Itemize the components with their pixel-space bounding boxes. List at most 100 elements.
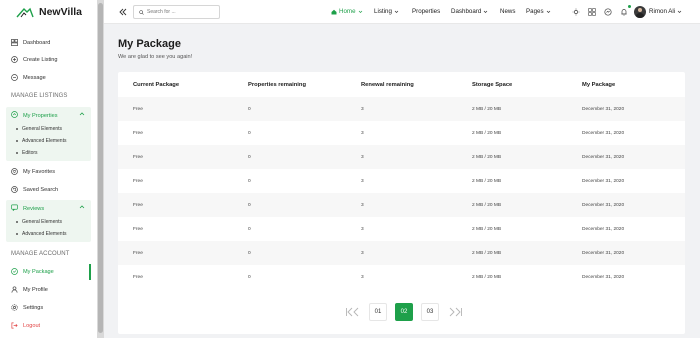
review-icon (11, 204, 18, 213)
brand-logo[interactable]: NewVilla (16, 6, 82, 18)
sidebar-item-my-favorites[interactable]: My Favorites (11, 168, 55, 175)
sidebar-item-label: Dashboard (23, 39, 51, 46)
page-button-01[interactable]: 01 (369, 303, 387, 321)
next-page-button[interactable] (447, 307, 463, 317)
prev-page-button[interactable] (345, 307, 361, 317)
page-button-02[interactable]: 02 (395, 303, 413, 321)
sidebar-subitem-general-elements[interactable]: General Elements (16, 126, 62, 132)
sidebar-item-settings[interactable]: Settings (11, 304, 43, 311)
cell-date: December 31, 2020 (582, 227, 625, 232)
page-button-03[interactable]: 03 (421, 303, 439, 321)
cell-date: December 31, 2020 (582, 203, 625, 208)
cell-properties: 0 (248, 275, 251, 280)
user-name: Rimon Ali (649, 8, 676, 15)
nav-dashboard[interactable]: Dashboard (451, 8, 488, 15)
chevron-up-icon[interactable] (79, 204, 85, 210)
sidebar-item-message[interactable]: Message (11, 74, 46, 81)
search-box[interactable] (133, 5, 220, 19)
sidebar-item-create-listing[interactable]: Create Listing (11, 56, 58, 63)
double-chevron-left-icon (346, 307, 359, 317)
nav-label: News (500, 8, 516, 15)
bell-icon[interactable] (620, 8, 628, 16)
sidebar-item-label: Create Listing (23, 56, 58, 63)
column-header: Current Package (133, 82, 180, 88)
chevron-up-icon[interactable] (79, 111, 85, 117)
nav-pages[interactable]: Pages (526, 8, 551, 15)
nav-home[interactable]: Home (331, 8, 363, 15)
cell-package: Free (133, 155, 143, 160)
sidebar-item-dashboard[interactable]: Dashboard (11, 39, 50, 46)
cell-package: Free (133, 203, 143, 208)
bullet-icon (16, 233, 18, 235)
chevron-down-icon (677, 10, 682, 13)
page-subtitle: We are glad to see you again! (118, 54, 193, 60)
search-input[interactable] (147, 9, 217, 15)
scrollbar-thumb[interactable] (98, 3, 103, 333)
cell-renewal: 3 (361, 107, 364, 112)
grid-icon[interactable] (588, 8, 596, 16)
nav-label: Home (339, 8, 356, 15)
column-header: Properties remaining (248, 82, 306, 88)
cell-storage: 2 MB / 20 MB (472, 131, 502, 136)
table-row: Free 0 3 2 MB / 20 MB December 31, 2020 (118, 169, 685, 193)
double-chevron-right-icon (449, 307, 462, 317)
bullet-icon (16, 128, 18, 130)
plus-circle-icon (11, 56, 18, 63)
notification-dot (628, 5, 631, 8)
nav-news[interactable]: News (500, 8, 515, 15)
sidebar: NewVilla Dashboard Create Listing Messag… (0, 0, 97, 338)
sidebar-item-label: My Package (23, 268, 54, 275)
cell-properties: 0 (248, 227, 251, 232)
user-menu[interactable]: Rimon Ali (649, 8, 682, 15)
table-row: Free 0 3 2 MB / 20 MB December 31, 2020 (118, 145, 685, 169)
sidebar-item-saved-search[interactable]: Saved Search (11, 186, 58, 193)
sidebar-item-my-profile[interactable]: My Profile (11, 286, 48, 293)
collapse-sidebar-icon[interactable] (118, 7, 128, 17)
sidebar-scrollbar[interactable] (97, 0, 104, 338)
nav-label: Dashboard (451, 8, 482, 15)
user-icon (11, 286, 18, 293)
sidebar-item-my-properties[interactable]: My Properties (11, 111, 58, 120)
sun-icon[interactable] (572, 8, 580, 16)
sidebar-subitem-general-elements[interactable]: General Elements (16, 219, 62, 225)
sidebar-subitem-editors[interactable]: Editors (16, 150, 38, 156)
sidebar-subitem-advanced-elements[interactable]: Advanced Elements (16, 138, 66, 144)
cell-renewal: 3 (361, 155, 364, 160)
sidebar-item-my-package[interactable]: My Package (11, 268, 54, 275)
sidebar-item-label: Settings (23, 304, 44, 311)
cell-storage: 2 MB / 20 MB (472, 227, 502, 232)
page-title: My Package (118, 38, 181, 50)
top-navbar: Home Listing Properties Dashboard News P… (104, 0, 700, 24)
cell-package: Free (133, 107, 143, 112)
nav-properties[interactable]: Properties (412, 8, 440, 15)
package-table-card: Current Package Properties remaining Ren… (118, 72, 685, 334)
cell-renewal: 3 (361, 203, 364, 208)
sidebar-item-logout[interactable]: Logout (11, 322, 40, 329)
chevron-down-icon (484, 10, 488, 13)
sidebar-item-reviews[interactable]: Reviews (11, 204, 44, 213)
logo-mark-icon (16, 7, 34, 18)
avatar[interactable] (634, 6, 646, 18)
chevron-down-icon (546, 10, 550, 13)
cell-properties: 0 (248, 251, 251, 256)
sidebar-subitem-advanced-elements[interactable]: Advanced Elements (16, 231, 66, 237)
home-icon (331, 9, 337, 14)
cell-properties: 0 (248, 155, 251, 160)
cell-renewal: 3 (361, 179, 364, 184)
column-header: Renewal remaining (361, 82, 414, 88)
cell-date: December 31, 2020 (582, 275, 625, 280)
chat-icon[interactable] (604, 8, 612, 16)
cell-package: Free (133, 179, 143, 184)
brand-name: NewVilla (39, 6, 82, 18)
cell-renewal: 3 (361, 131, 364, 136)
package-icon (11, 268, 18, 275)
cell-storage: 2 MB / 20 MB (472, 155, 502, 160)
cell-properties: 0 (248, 107, 251, 112)
nav-label: Properties (412, 8, 441, 15)
nav-listing[interactable]: Listing (374, 8, 399, 15)
nav-label: Listing (374, 8, 392, 15)
cell-storage: 2 MB / 20 MB (472, 275, 502, 280)
message-icon (11, 74, 18, 81)
table-row: Free 0 3 2 MB / 20 MB December 31, 2020 (118, 217, 685, 241)
cell-package: Free (133, 227, 143, 232)
